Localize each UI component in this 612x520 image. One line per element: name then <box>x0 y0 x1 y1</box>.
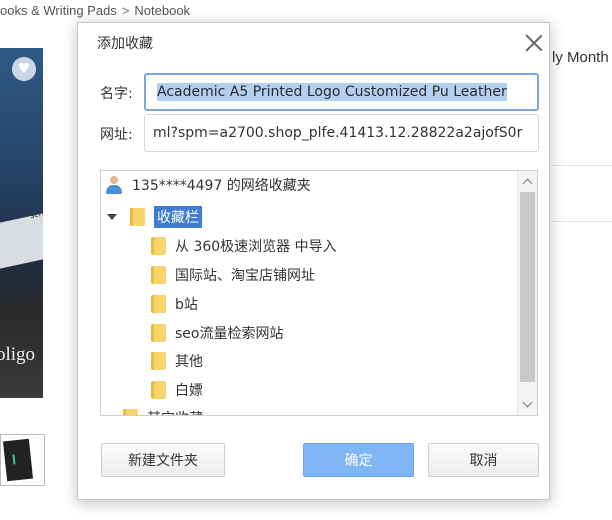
folder-label: 白嫖 <box>175 383 203 399</box>
product-image-stripe <box>0 213 43 269</box>
url-input[interactable]: ml?spm=a2700.shop_plfe.41413.12.28822a2a… <box>144 114 539 152</box>
folder-icon <box>151 324 166 342</box>
folder-label: seo流量检索网站 <box>175 326 284 342</box>
ok-button[interactable]: 确定 <box>303 443 414 477</box>
account-label: 135****4497 的网络收藏夹 <box>132 178 311 194</box>
dialog-title: 添加收藏 <box>97 36 153 52</box>
tree-folder-row[interactable]: 白嫖 <box>151 377 203 403</box>
expand-arrow-icon[interactable] <box>107 214 117 220</box>
new-folder-button[interactable]: 新建文件夹 <box>101 443 225 477</box>
tree-folder-row[interactable]: 国际站、淘宝店铺网址 <box>151 262 315 288</box>
favorite-heart-icon[interactable]: ♥ <box>12 57 36 81</box>
name-input[interactable]: Academic A5 Printed Logo Customized Pu L… <box>144 73 539 111</box>
folder-icon <box>151 266 166 284</box>
product-thumbnail[interactable] <box>0 434 45 486</box>
tree-scrollbar[interactable] <box>517 171 537 415</box>
product-image[interactable]: scri oligo <box>0 48 43 398</box>
add-bookmark-dialog: 添加收藏 名字: Academic A5 Printed Logo Custom… <box>77 22 550 500</box>
product-info-text: ly Month <box>552 49 609 66</box>
folder-label: 其他 <box>175 354 203 370</box>
breadcrumb-separator: > <box>121 3 130 18</box>
tree-folder-row[interactable]: 其他 <box>151 348 203 374</box>
tree-folder-row[interactable]: b站 <box>151 291 198 317</box>
product-info-dividers <box>552 110 612 222</box>
tree-folder-row-partial[interactable]: 其它收藏 <box>123 405 203 415</box>
url-label: 网址: <box>100 127 133 143</box>
folder-label: 国际站、淘宝店铺网址 <box>175 268 315 284</box>
name-label: 名字: <box>100 86 133 102</box>
folder-icon <box>130 208 145 226</box>
user-icon <box>105 176 123 194</box>
scroll-up-arrow-icon[interactable] <box>523 177 532 186</box>
folder-label: b站 <box>175 297 198 313</box>
url-input-value: ml?spm=a2700.shop_plfe.41413.12.28822a2a… <box>153 125 523 141</box>
folder-icon <box>151 352 166 370</box>
scroll-thumb[interactable] <box>520 192 535 382</box>
name-input-value: Academic A5 Printed Logo Customized Pu L… <box>157 83 507 101</box>
root-folder-label: 收藏栏 <box>154 206 202 228</box>
tree-account-row[interactable]: 135****4497 的网络收藏夹 <box>105 172 311 198</box>
breadcrumb: ooks & Writing Pads > Notebook <box>0 3 190 18</box>
folder-icon <box>151 381 166 399</box>
folder-label: 其它收藏 <box>147 408 203 415</box>
scroll-down-arrow-icon[interactable] <box>523 399 532 408</box>
product-image-logo-text: oligo <box>0 344 36 365</box>
folder-icon <box>151 237 166 255</box>
folder-icon <box>123 409 138 415</box>
cancel-button[interactable]: 取消 <box>428 443 539 477</box>
tree-root-folder-row[interactable]: 收藏栏 <box>107 204 202 230</box>
folder-label: 从 360极速浏览器 中导入 <box>175 239 337 255</box>
close-icon[interactable] <box>524 33 544 53</box>
folder-icon <box>151 295 166 313</box>
folder-tree: 135****4497 的网络收藏夹 收藏栏 从 360极速浏览器 中导入 国际… <box>100 170 538 416</box>
tree-folder-row[interactable]: seo流量检索网站 <box>151 320 283 346</box>
breadcrumb-item-notebook[interactable]: Notebook <box>134 3 190 18</box>
tree-folder-row[interactable]: 从 360极速浏览器 中导入 <box>151 233 337 259</box>
notebook-thumbnail-image <box>2 438 34 482</box>
breadcrumb-item-books[interactable]: ooks & Writing Pads <box>0 3 117 18</box>
